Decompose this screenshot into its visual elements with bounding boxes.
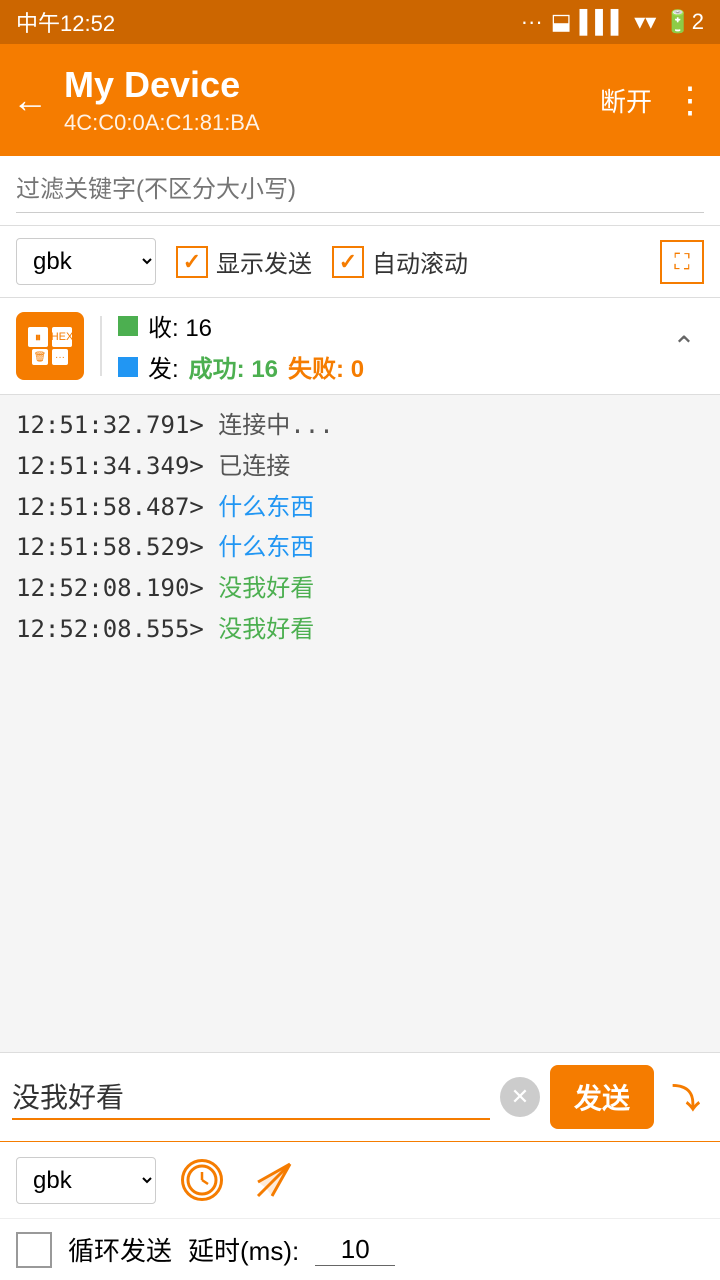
auto-scroll-checkbox[interactable] — [332, 246, 364, 278]
controls-bar: gbk utf-8 ascii 显示发送 自动滚动 ⛶ — [0, 226, 720, 298]
stats-bar: ⏸ HEX 🗑 ··· 收: 16 发: 成功: 16 失败: 0 ⌃ — [0, 298, 720, 395]
log-msg-3: 什么东西 — [218, 493, 314, 521]
show-send-label: 显示发送 — [216, 244, 312, 279]
stats-text: 收: 16 发: 成功: 16 失败: 0 — [118, 308, 648, 384]
input-row: ✕ 发送 ⤵ — [0, 1053, 720, 1142]
battery-icon: 🔋2 — [664, 9, 704, 35]
filter-area — [0, 156, 720, 226]
log-entry-3: 12:51:58.487> 什么东西 — [16, 487, 704, 528]
loop-send-row: 循环发送 延时(ms): — [0, 1219, 720, 1280]
status-bar: 中午12:52 ··· ⬓ ▌▌▌ ▾▾ 🔋2 — [0, 0, 720, 44]
delay-input[interactable] — [315, 1234, 395, 1266]
stats-control-icons[interactable]: ⏸ HEX 🗑 ··· — [16, 312, 84, 380]
device-mac: 4C:C0:0A:C1:81:BA — [64, 110, 600, 136]
encoding-select-bottom[interactable]: gbk utf-8 ascii — [16, 1157, 156, 1204]
send-icon-button[interactable] — [248, 1154, 300, 1206]
wifi-icon: ▾▾ — [634, 9, 656, 35]
send-stats-row: 发: 成功: 16 失败: 0 — [118, 349, 648, 384]
fullscreen-icon: ⛶ — [674, 249, 689, 275]
bottom-controls-row: gbk utf-8 ascii — [0, 1142, 720, 1219]
log-msg-1: 连接中... — [218, 411, 333, 439]
filter-input[interactable] — [16, 168, 704, 213]
stats-divider — [100, 316, 102, 376]
log-msg-5: 没我好看 — [218, 574, 314, 602]
send-button[interactable]: 发送 — [550, 1065, 654, 1129]
send-label: 发: — [148, 349, 179, 384]
show-send-checkbox-label[interactable]: 显示发送 — [176, 244, 312, 279]
title-area: My Device 4C:C0:0A:C1:81:BA — [64, 64, 600, 136]
app-bar: ← My Device 4C:C0:0A:C1:81:BA 断开 ⋮ — [0, 44, 720, 156]
signal-bars-icon: ▌▌▌ — [579, 9, 626, 35]
encoding-select-top[interactable]: gbk utf-8 ascii — [16, 238, 156, 285]
status-time: 中午12:52 — [16, 6, 115, 38]
history-button[interactable] — [176, 1154, 228, 1206]
back-button[interactable]: ← — [12, 79, 48, 121]
history-icon — [181, 1159, 223, 1201]
fullscreen-button[interactable]: ⛶ — [660, 240, 704, 284]
delete-row-icon: 🗑 ··· — [32, 349, 68, 365]
collapse-button[interactable]: ⌃ — [664, 326, 704, 366]
receive-indicator — [118, 316, 138, 336]
auto-scroll-checkbox-label[interactable]: 自动滚动 — [332, 244, 468, 279]
log-time-2: 12:51:34.349> — [16, 452, 204, 480]
more-options-button[interactable]: ⋮ — [672, 79, 708, 121]
clear-input-button[interactable]: ✕ — [500, 1077, 540, 1117]
hex-icon: HEX — [52, 327, 72, 347]
log-entry-5: 12:52:08.190> 没我好看 — [16, 568, 704, 609]
log-entry-6: 12:52:08.555> 没我好看 — [16, 609, 704, 650]
pause-icon: ⏸ — [28, 327, 48, 347]
log-entry-1: 12:51:32.791> 连接中... — [16, 405, 704, 446]
disconnect-button[interactable]: 断开 — [600, 82, 652, 119]
bluetooth-icon: ⬓ — [551, 9, 572, 35]
device-name: My Device — [64, 64, 600, 106]
send-indicator — [118, 357, 138, 377]
status-icons: ··· ⬓ ▌▌▌ ▾▾ 🔋2 — [521, 9, 704, 35]
log-msg-6: 没我好看 — [218, 615, 314, 643]
log-time-5: 12:52:08.190> — [16, 574, 204, 602]
log-time-1: 12:51:32.791> — [16, 411, 204, 439]
log-area: 12:51:32.791> 连接中... 12:51:34.349> 已连接 1… — [0, 395, 720, 1052]
log-msg-2: 已连接 — [218, 452, 290, 480]
log-msg-4: 什么东西 — [218, 533, 314, 561]
fail-count: 失败: 0 — [288, 349, 364, 384]
receive-stats-row: 收: 16 — [118, 308, 648, 343]
expand-button[interactable]: ⤵ — [664, 1075, 708, 1119]
dots-icon: ··· — [52, 349, 68, 365]
loop-send-label: 循环发送 — [68, 1231, 172, 1268]
show-send-checkbox[interactable] — [176, 246, 208, 278]
message-input[interactable] — [12, 1074, 490, 1120]
log-entry-4: 12:51:58.529> 什么东西 — [16, 527, 704, 568]
pause-row-icon: ⏸ HEX — [28, 327, 72, 347]
auto-scroll-label: 自动滚动 — [372, 244, 468, 279]
log-entry-2: 12:51:34.349> 已连接 — [16, 446, 704, 487]
loop-send-checkbox[interactable] — [16, 1232, 52, 1268]
log-time-6: 12:52:08.555> — [16, 615, 204, 643]
delete-icon: 🗑 — [32, 349, 48, 365]
delay-label: 延时(ms): — [188, 1231, 299, 1268]
success-count: 成功: 16 — [189, 349, 278, 384]
signal-dots-icon: ··· — [521, 9, 543, 35]
log-time-4: 12:51:58.529> — [16, 533, 204, 561]
bottom-area: ✕ 发送 ⤵ gbk utf-8 ascii — [0, 1052, 720, 1280]
log-time-3: 12:51:58.487> — [16, 493, 204, 521]
receive-stats: 收: 16 — [148, 308, 212, 343]
